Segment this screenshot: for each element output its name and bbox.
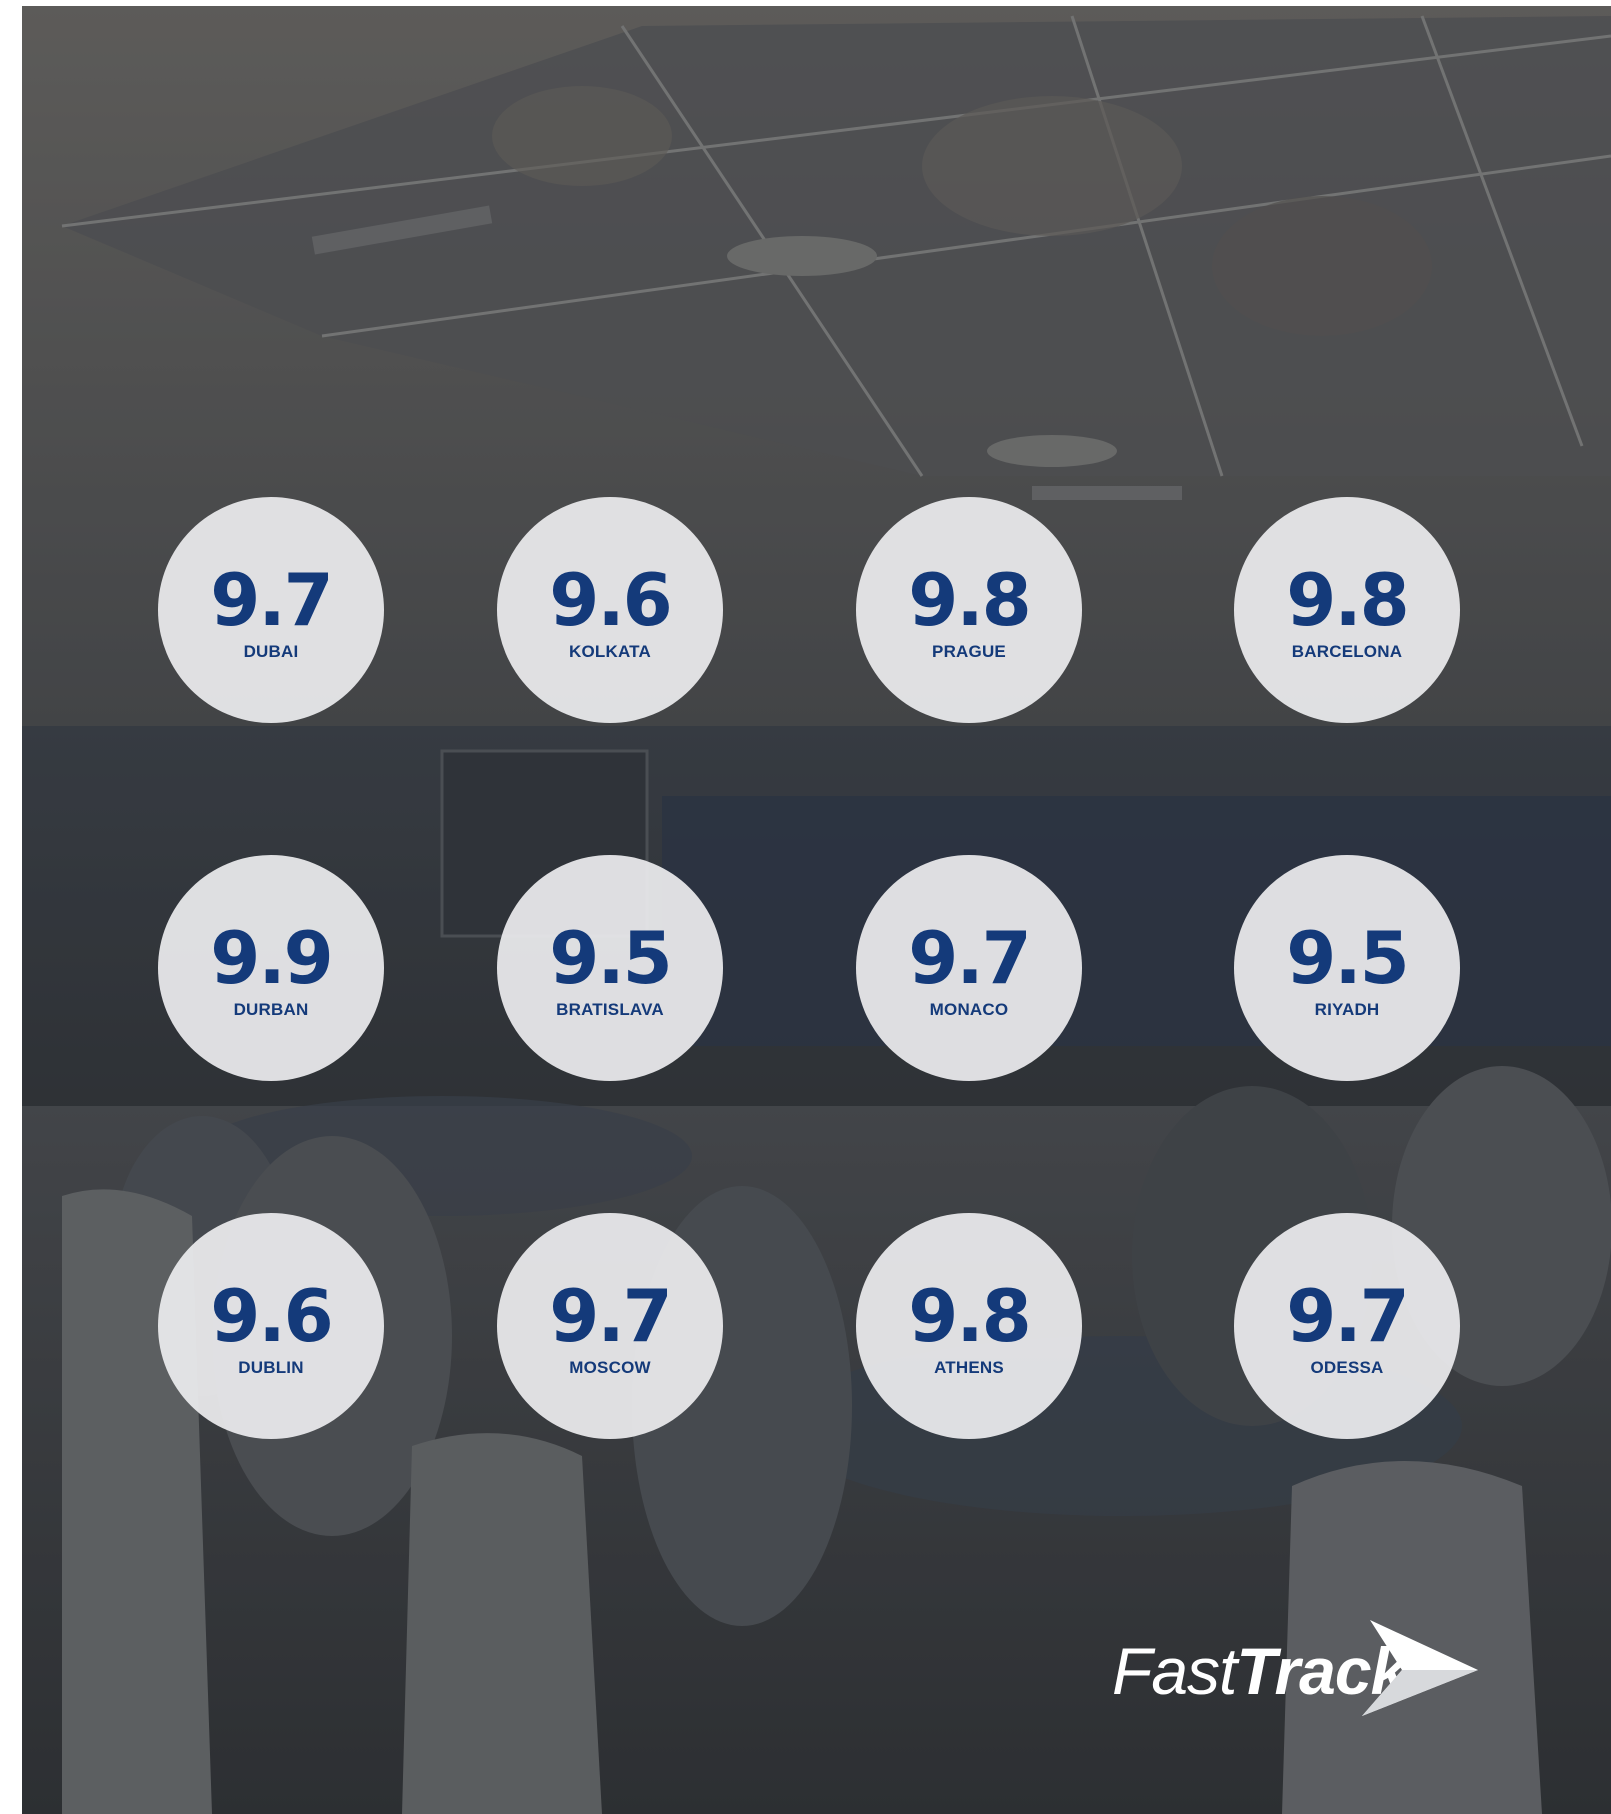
logo-fast-text: Fast xyxy=(1112,1634,1237,1708)
score-badge: 9.5 RIYADH xyxy=(1234,855,1460,1081)
score-badge: 9.7 MOSCOW xyxy=(497,1213,723,1439)
score-city: BRATISLAVA xyxy=(556,1000,664,1019)
score-badge: 9.7 DUBAI xyxy=(158,497,384,723)
score-badge: 9.9 DURBAN xyxy=(158,855,384,1081)
score-value: 9.6 xyxy=(210,1274,334,1358)
score-city: PRAGUE xyxy=(932,642,1006,661)
score-city: MONACO xyxy=(929,1000,1009,1019)
score-value: 9.7 xyxy=(549,1274,673,1358)
score-city: DURBAN xyxy=(233,1000,309,1019)
score-value: 9.8 xyxy=(908,558,1032,642)
score-value: 9.8 xyxy=(1286,558,1410,642)
score-badge: 9.8 ATHENS xyxy=(856,1213,1082,1439)
score-badge: 9.7 MONACO xyxy=(856,855,1082,1081)
score-badge: 9.7 ODESSA xyxy=(1234,1213,1460,1439)
score-value: 9.6 xyxy=(549,558,673,642)
score-value: 9.7 xyxy=(1286,1274,1410,1358)
score-city: ATHENS xyxy=(934,1358,1004,1377)
score-city: DUBAI xyxy=(243,642,299,661)
score-city: RIYADH xyxy=(1314,1000,1380,1019)
score-city: ODESSA xyxy=(1310,1358,1384,1377)
score-value: 9.8 xyxy=(908,1274,1032,1358)
score-value: 9.9 xyxy=(210,916,334,1000)
score-city: KOLKATA xyxy=(569,642,651,661)
score-value: 9.5 xyxy=(549,916,673,1000)
score-value: 9.5 xyxy=(1286,916,1410,1000)
score-city: BARCELONA xyxy=(1291,642,1403,661)
score-badge: 9.6 KOLKATA xyxy=(497,497,723,723)
fasttrack-logo: FastTrack xyxy=(1112,1616,1492,1726)
score-value: 9.7 xyxy=(908,916,1032,1000)
arrow-logo-icon xyxy=(1362,1620,1478,1716)
score-city: MOSCOW xyxy=(569,1358,651,1377)
score-value: 9.7 xyxy=(210,558,334,642)
score-badge: 9.6 DUBLIN xyxy=(158,1213,384,1439)
score-badge: 9.8 PRAGUE xyxy=(856,497,1082,723)
score-city: DUBLIN xyxy=(238,1358,304,1377)
score-badge: 9.5 BRATISLAVA xyxy=(497,855,723,1081)
conference-photo-background: 9.7 DUBAI 9.6 KOLKATA 9.8 PRAGUE 9.8 BAR… xyxy=(22,6,1611,1814)
score-badge: 9.8 BARCELONA xyxy=(1234,497,1460,723)
